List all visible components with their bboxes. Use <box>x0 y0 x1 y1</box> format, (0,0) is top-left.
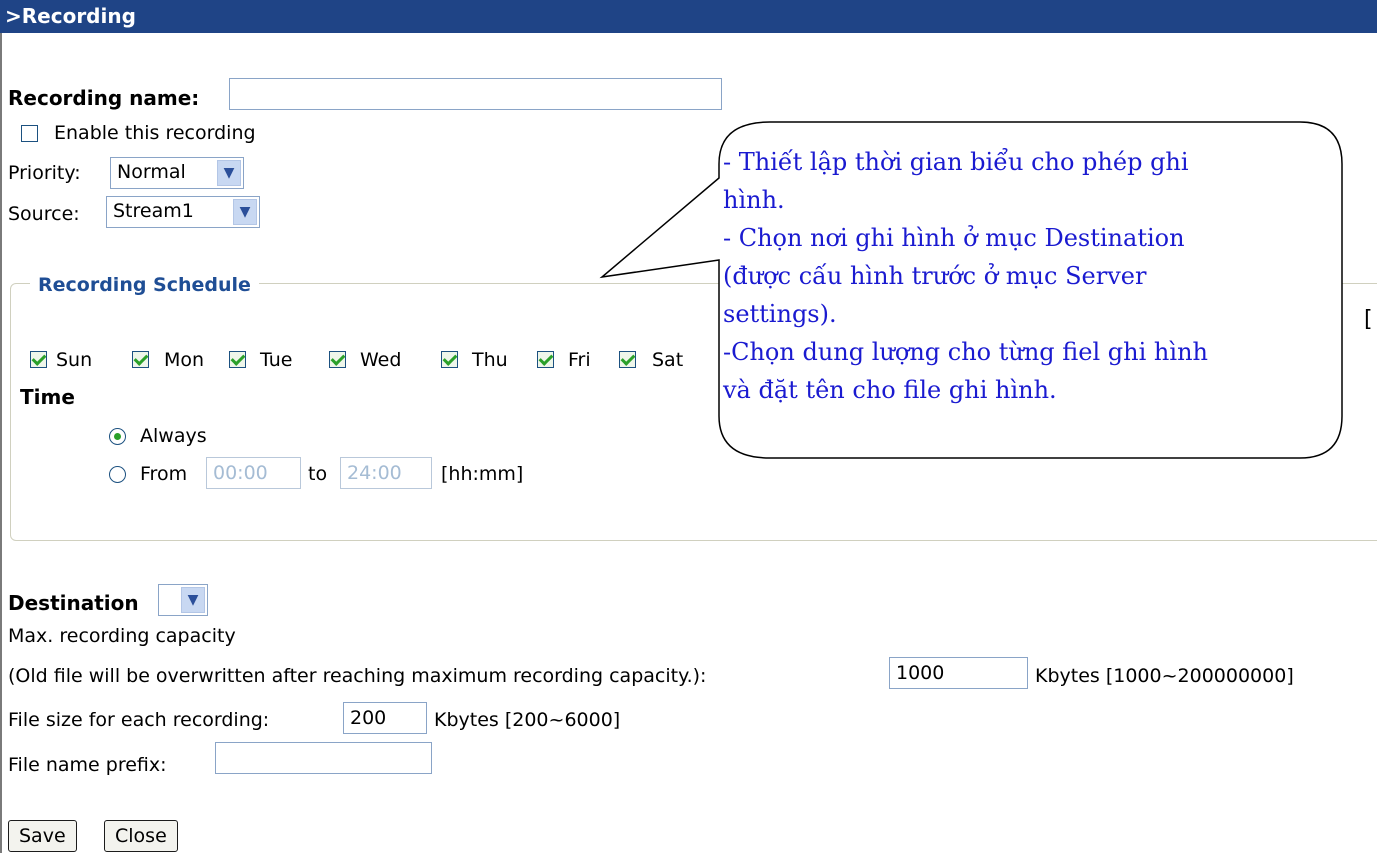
callout-text: - Thiết lập thời gian biểu cho phép ghi … <box>723 143 1343 409</box>
callout-line: - Thiết lập thời gian biểu cho phép ghi <box>723 148 1189 176</box>
callout-line: hình. <box>723 186 785 214</box>
speech-bubble <box>599 121 1343 459</box>
callout-line: settings). <box>723 300 837 328</box>
callout-line: và đặt tên cho file ghi hình. <box>723 376 1057 404</box>
callout-line: - Chọn nơi ghi hình ở mục Destination <box>723 224 1185 252</box>
callout-line: -Chọn dung lượng cho từng fiel ghi hình <box>723 338 1208 366</box>
callout-line: (được cấu hình trước ở mục Server <box>723 262 1147 290</box>
